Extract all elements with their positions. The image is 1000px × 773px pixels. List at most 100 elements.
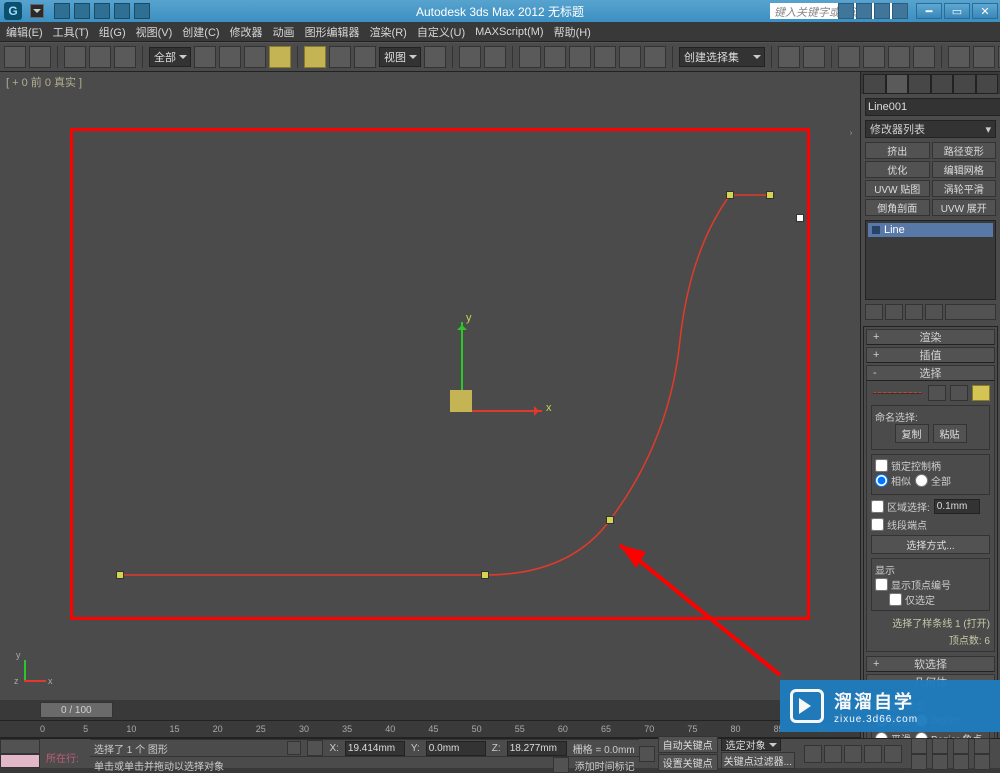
- redo-button[interactable]: [29, 46, 51, 68]
- area-select-spinner[interactable]: [934, 499, 980, 514]
- menu-view[interactable]: 视图(V): [136, 24, 173, 40]
- undo-button[interactable]: [4, 46, 26, 68]
- goto-start-icon[interactable]: [804, 745, 822, 763]
- tab-display-icon[interactable]: [953, 74, 976, 94]
- time-slider-knob[interactable]: 0 / 100: [40, 702, 113, 718]
- angle-snap-button[interactable]: [569, 46, 591, 68]
- minimize-button[interactable]: ━: [916, 3, 942, 19]
- snap-3d-button[interactable]: [544, 46, 566, 68]
- unlink-button[interactable]: [89, 46, 111, 68]
- tab-create-icon[interactable]: [863, 74, 886, 94]
- help-search-icon[interactable]: [838, 3, 854, 19]
- mod-uvwmap-button[interactable]: UVW 贴图: [865, 180, 930, 197]
- key-filters-button[interactable]: 关键点过滤器...: [721, 752, 795, 769]
- segment-end-checkbox[interactable]: 线段端点: [871, 517, 990, 532]
- select-move-button[interactable]: [304, 46, 326, 68]
- qat-undo-icon[interactable]: [114, 3, 130, 19]
- subobj-vertex-icon[interactable]: [928, 385, 946, 401]
- zoom-icon[interactable]: [932, 738, 948, 754]
- close-button[interactable]: ✕: [972, 3, 998, 19]
- rendered-frame-button[interactable]: [973, 46, 995, 68]
- qat-open-icon[interactable]: [74, 3, 90, 19]
- keyboard-shortcut-button[interactable]: [484, 46, 506, 68]
- select-manipulate-button[interactable]: [459, 46, 481, 68]
- mod-extrude-button[interactable]: 挤出: [865, 142, 930, 159]
- spline-vertex[interactable]: [606, 516, 614, 524]
- menu-help[interactable]: 帮助(H): [554, 24, 591, 40]
- schematic-view-button[interactable]: [888, 46, 910, 68]
- named-selection-set-dropdown[interactable]: 创建选择集: [679, 47, 765, 67]
- percent-snap-button[interactable]: [594, 46, 616, 68]
- help-dropdown-icon[interactable]: [856, 3, 872, 19]
- menu-graph[interactable]: 图形编辑器: [305, 24, 360, 40]
- coord-y-input[interactable]: [426, 741, 486, 756]
- link-button[interactable]: [64, 46, 86, 68]
- subobj-spline-icon[interactable]: [972, 385, 990, 401]
- mod-optimize-button[interactable]: 优化: [865, 161, 930, 178]
- object-name-input[interactable]: [865, 98, 1000, 116]
- remove-modifier-icon[interactable]: [925, 304, 943, 320]
- mod-turbosmooth-button[interactable]: 涡轮平滑: [932, 180, 997, 197]
- mirror-button[interactable]: [778, 46, 800, 68]
- mod-pathdeform-button[interactable]: 路径变形: [932, 142, 997, 159]
- ref-coord-dropdown[interactable]: 视图: [379, 47, 421, 67]
- help-icon[interactable]: [892, 3, 908, 19]
- area-select-checkbox[interactable]: 区域选择:: [871, 499, 930, 514]
- lock-selection-icon[interactable]: [287, 741, 301, 755]
- copy-selection-button[interactable]: 复制: [895, 424, 929, 443]
- similar-radio[interactable]: 相似: [875, 473, 911, 488]
- make-unique-icon[interactable]: [905, 304, 923, 320]
- tab-motion-icon[interactable]: [931, 74, 954, 94]
- menu-tools[interactable]: 工具(T): [53, 24, 89, 40]
- configure-sets-icon[interactable]: [945, 304, 996, 320]
- zoom-all-icon[interactable]: [953, 738, 969, 754]
- mod-bevelprofile-button[interactable]: 倒角剖面: [865, 199, 930, 216]
- set-key-icon[interactable]: [639, 746, 655, 762]
- bind-spacewarp-button[interactable]: [114, 46, 136, 68]
- stack-item-line[interactable]: Line: [868, 223, 993, 237]
- window-crossing-button[interactable]: [269, 46, 291, 68]
- only-selected-checkbox[interactable]: 仅选定: [889, 592, 986, 607]
- gizmo-xy-plane[interactable]: [450, 390, 472, 412]
- rollout-render[interactable]: 渲染: [866, 329, 995, 345]
- rollout-select[interactable]: 选择: [866, 365, 995, 381]
- spline-vertex[interactable]: [481, 571, 489, 579]
- pin-stack-icon[interactable]: [865, 304, 883, 320]
- paste-selection-button[interactable]: 粘贴: [933, 424, 967, 443]
- gizmo-y-axis[interactable]: [461, 322, 463, 390]
- modifier-stack[interactable]: Line: [865, 220, 996, 300]
- layer-manager-button[interactable]: [838, 46, 860, 68]
- select-by-button[interactable]: 选择方式...: [871, 535, 990, 554]
- key-target-dropdown[interactable]: 选定对象: [721, 738, 781, 751]
- autokey-button[interactable]: 自动关键点: [658, 736, 718, 753]
- select-rotate-button[interactable]: [329, 46, 351, 68]
- edged-faces-button[interactable]: [644, 46, 666, 68]
- abs-rel-toggle-icon[interactable]: [307, 740, 323, 756]
- selection-filter-dropdown[interactable]: 全部: [149, 47, 191, 67]
- select-region-button[interactable]: [244, 46, 266, 68]
- curve-editor-button[interactable]: [863, 46, 885, 68]
- qat-redo-icon[interactable]: [134, 3, 150, 19]
- mini-listener-top[interactable]: [0, 739, 40, 754]
- spline-vertex[interactable]: [766, 191, 774, 199]
- rollout-softsel[interactable]: 软选择: [866, 656, 995, 672]
- menu-render[interactable]: 渲染(R): [370, 24, 407, 40]
- use-pivot-button[interactable]: [424, 46, 446, 68]
- viewport-label[interactable]: [ + 0 前 0 真实 ]: [6, 74, 82, 90]
- tab-modify-icon[interactable]: [886, 74, 909, 94]
- select-by-name-button[interactable]: [219, 46, 241, 68]
- spline-end-vertex[interactable]: [796, 214, 804, 222]
- add-time-tag[interactable]: 添加时间标记: [575, 758, 635, 773]
- render-setup-button[interactable]: [948, 46, 970, 68]
- time-ruler[interactable]: 0 5 10 15 20 25 30 35 40 45 50 55 60 65 …: [0, 720, 860, 738]
- play-icon[interactable]: [844, 745, 862, 763]
- menu-anim[interactable]: 动画: [273, 24, 295, 40]
- favorite-icon[interactable]: [874, 3, 890, 19]
- stack-expand-icon[interactable]: [872, 226, 880, 234]
- coord-z-input[interactable]: [507, 741, 567, 756]
- pan-view-icon[interactable]: [911, 738, 927, 754]
- viewport[interactable]: [ + 0 前 0 真实 ] y x y x z: [0, 72, 860, 700]
- menu-maxscript[interactable]: MAXScript(M): [475, 26, 543, 38]
- next-frame-icon[interactable]: [864, 745, 882, 763]
- spline-vertex[interactable]: [116, 571, 124, 579]
